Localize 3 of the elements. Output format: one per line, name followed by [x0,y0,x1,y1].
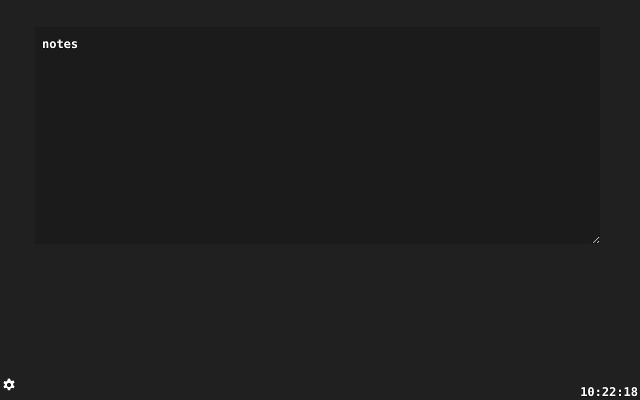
notes-field[interactable]: notes [35,27,600,244]
settings-icon[interactable] [2,378,16,392]
clock: 10:22:18 [580,385,639,399]
